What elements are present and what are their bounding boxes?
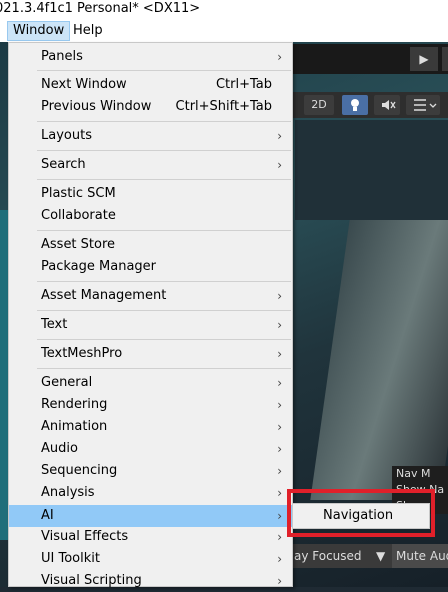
menu-help[interactable]: Help bbox=[68, 22, 108, 40]
title-bar: 021.3.4f1c1 Personal* <DX11> bbox=[0, 0, 448, 20]
menu-item-label: Visual Effects bbox=[41, 529, 129, 544]
menu-item-label: Asset Store bbox=[41, 237, 116, 252]
menu-item-collaborate[interactable]: Collaborate bbox=[9, 205, 292, 227]
menu-bar: Window Help bbox=[0, 20, 448, 42]
chevron-right-icon: › bbox=[277, 530, 282, 544]
menu-item-layouts[interactable]: Layouts › bbox=[9, 125, 292, 147]
mute-audio-button[interactable]: Mute Audi bbox=[392, 544, 448, 568]
menu-separator bbox=[37, 339, 291, 340]
menu-item-label: Rendering bbox=[41, 397, 108, 412]
chevron-right-icon: › bbox=[277, 376, 282, 390]
menu-item-label: Text bbox=[41, 317, 68, 332]
menu-item-next-window[interactable]: Next Window Ctrl+Tab bbox=[9, 74, 292, 96]
audio-toggle-icon[interactable] bbox=[374, 95, 400, 115]
menu-item-analysis[interactable]: Analysis › bbox=[9, 482, 292, 504]
menu-item-sequencing[interactable]: Sequencing › bbox=[9, 460, 292, 482]
chevron-right-icon: › bbox=[277, 420, 282, 434]
chevron-right-icon: › bbox=[277, 158, 282, 172]
menu-item-label: Audio bbox=[41, 441, 78, 456]
menu-item-label: General bbox=[41, 375, 93, 390]
menu-item-label: Next Window bbox=[41, 77, 127, 92]
menu-item-label: Asset Management bbox=[41, 288, 167, 303]
menu-separator bbox=[37, 150, 291, 151]
chevron-right-icon: › bbox=[277, 129, 282, 143]
chevron-right-icon: › bbox=[277, 464, 282, 478]
menu-item-visual-effects[interactable]: Visual Effects › bbox=[9, 526, 292, 548]
menu-separator bbox=[37, 70, 291, 71]
menu-item-rendering[interactable]: Rendering › bbox=[9, 394, 292, 416]
menu-item-label: Analysis bbox=[41, 485, 95, 500]
menu-separator bbox=[37, 179, 291, 180]
menu-separator bbox=[37, 230, 291, 231]
chevron-right-icon: › bbox=[277, 509, 282, 523]
chevron-right-icon: › bbox=[277, 574, 282, 588]
menu-item-previous-window[interactable]: Previous Window Ctrl+Shift+Tab bbox=[9, 96, 292, 118]
window-menu: Panels › Next Window Ctrl+Tab Previous Windo… bbox=[8, 42, 293, 588]
menu-item-plastic-scm[interactable]: Plastic SCM bbox=[9, 183, 292, 205]
play-icon[interactable]: ▶ bbox=[410, 47, 438, 71]
menu-item-audio[interactable]: Audio › bbox=[9, 438, 292, 460]
menu-item-label: Animation bbox=[41, 419, 108, 434]
menu-item-asset-management[interactable]: Asset Management › bbox=[9, 285, 292, 307]
lighting-toggle-icon[interactable] bbox=[342, 95, 368, 115]
highlight-frame bbox=[287, 489, 435, 537]
chevron-right-icon: › bbox=[277, 398, 282, 412]
menu-separator bbox=[37, 281, 291, 282]
menu-item-label: TextMeshPro bbox=[41, 346, 123, 361]
menu-item-label: Panels bbox=[41, 49, 83, 64]
menu-item-panels[interactable]: Panels › bbox=[9, 46, 292, 68]
scene-backdrop bbox=[295, 120, 448, 220]
menu-separator bbox=[37, 310, 291, 311]
chevron-right-icon: › bbox=[277, 318, 282, 332]
menu-item-asset-store[interactable]: Asset Store bbox=[9, 234, 292, 256]
menu-item-ui-toolkit[interactable]: UI Toolkit › bbox=[9, 548, 292, 570]
menu-item-text[interactable]: Text › bbox=[9, 314, 292, 336]
effects-toggle-icon[interactable] bbox=[406, 95, 440, 115]
menu-item-textmeshpro[interactable]: TextMeshPro › bbox=[9, 343, 292, 365]
pause-button[interactable] bbox=[442, 47, 448, 71]
menu-item-label: Previous Window bbox=[41, 99, 152, 114]
menu-item-shortcut: Ctrl+Tab bbox=[215, 77, 272, 92]
scene-toolbar: 2D bbox=[290, 92, 448, 118]
chevron-right-icon: › bbox=[277, 347, 282, 361]
window-title: 021.3.4f1c1 Personal* <DX11> bbox=[0, 1, 201, 16]
menu-separator bbox=[37, 121, 291, 122]
menu-item-animation[interactable]: Animation › bbox=[9, 416, 292, 438]
navmesh-overlay-line: Nav M bbox=[396, 467, 431, 480]
menu-item-label: UI Toolkit bbox=[41, 551, 100, 566]
chevron-right-icon: › bbox=[277, 552, 282, 566]
menu-item-package-manager[interactable]: Package Manager bbox=[9, 256, 292, 278]
chevron-right-icon: › bbox=[277, 50, 282, 64]
menu-item-label: Package Manager bbox=[41, 259, 157, 274]
menu-item-search[interactable]: Search › bbox=[9, 154, 292, 176]
menu-item-label: Layouts bbox=[41, 128, 92, 143]
menu-separator bbox=[37, 368, 291, 369]
menu-item-shortcut: Ctrl+Shift+Tab bbox=[175, 99, 272, 114]
chevron-right-icon: › bbox=[277, 442, 282, 456]
chevron-right-icon: › bbox=[277, 289, 282, 303]
menu-item-label: Search bbox=[41, 157, 86, 172]
menu-item-label: AI bbox=[41, 508, 54, 523]
menu-item-ai[interactable]: AI › bbox=[9, 505, 292, 527]
menu-item-label: Collaborate bbox=[41, 208, 116, 223]
menu-item-label: Visual Scripting bbox=[41, 573, 142, 588]
play-focused-dropdown[interactable]: ay Focused bbox=[290, 544, 390, 568]
toggle-2d-button[interactable]: 2D bbox=[304, 95, 334, 115]
menu-item-general[interactable]: General › bbox=[9, 372, 292, 394]
chevron-right-icon: › bbox=[277, 486, 282, 500]
menu-item-label: Plastic SCM bbox=[41, 186, 116, 201]
menu-window[interactable]: Window bbox=[7, 21, 71, 41]
dropdown-arrow-icon: ▼ bbox=[376, 549, 386, 563]
menu-item-visual-scripting[interactable]: Visual Scripting › bbox=[9, 570, 292, 592]
menu-item-label: Sequencing bbox=[41, 463, 118, 478]
game-view-toolbar: ay Focused ▼ Mute Audi bbox=[290, 544, 448, 568]
